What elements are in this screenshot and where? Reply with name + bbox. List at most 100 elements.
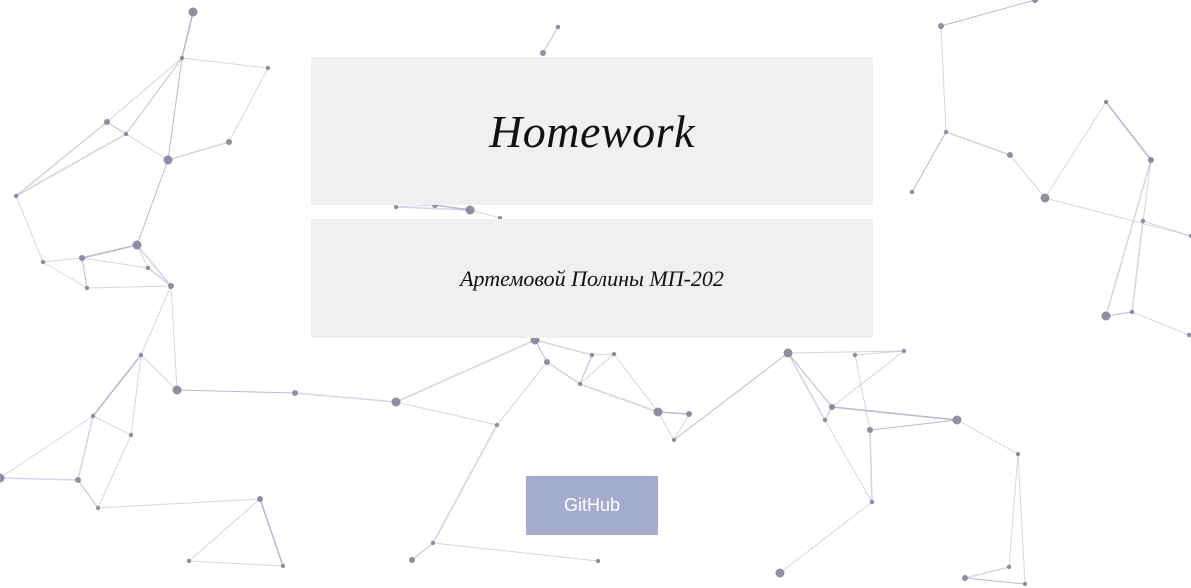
network-node (84, 285, 90, 291)
network-node (265, 65, 271, 71)
network-line (964, 577, 1026, 585)
network-node (90, 413, 96, 419)
network-line (940, 25, 947, 133)
network-line (787, 352, 833, 408)
network-node (95, 505, 101, 511)
network-node (123, 131, 129, 137)
network-node (226, 139, 232, 145)
network-line (869, 419, 958, 431)
network-node (1032, 0, 1038, 3)
network-node (901, 348, 907, 354)
network-line (167, 141, 230, 161)
network-line (106, 121, 127, 135)
network-node (393, 204, 399, 210)
github-button[interactable]: GitHub (526, 476, 658, 535)
network-node (79, 255, 85, 261)
network-line (1008, 453, 1019, 568)
network-line (106, 57, 183, 123)
network-node (145, 265, 151, 271)
network-node (962, 575, 968, 581)
network-line (395, 339, 536, 403)
network-node (292, 390, 298, 396)
network-node (829, 404, 835, 410)
network-node (179, 55, 185, 61)
network-node (540, 50, 546, 56)
network-line (411, 542, 434, 561)
network-line (1044, 197, 1191, 237)
network-node (257, 496, 263, 502)
network-node (13, 193, 19, 199)
network-line (77, 415, 94, 481)
network-line (228, 67, 269, 143)
network-line (534, 339, 593, 356)
network-node (852, 352, 858, 358)
page-title: Homework (489, 105, 695, 157)
network-line (911, 131, 947, 193)
network-line (81, 257, 88, 289)
network-node (172, 385, 182, 395)
network-line (92, 354, 142, 417)
network-node (1101, 311, 1111, 321)
network-line (77, 479, 99, 509)
network-line (259, 498, 284, 567)
network-line (779, 501, 873, 574)
network-node (783, 348, 793, 358)
network-node (653, 407, 663, 417)
network-line (15, 121, 108, 197)
network-line (469, 209, 501, 219)
network-line (496, 361, 548, 426)
network-node (132, 240, 142, 250)
network-node (188, 7, 198, 17)
network-line (657, 411, 690, 415)
network-node (952, 415, 962, 425)
network-line (787, 352, 826, 421)
network-line (181, 11, 194, 59)
network-line (140, 285, 172, 356)
network-line (1017, 453, 1026, 585)
network-node (186, 558, 192, 564)
network-node (867, 427, 873, 433)
author-subtitle: Артемовой Полины МП-202 (460, 265, 724, 291)
network-line (673, 352, 789, 441)
network-line (579, 354, 593, 385)
network-node (555, 24, 561, 30)
network-node (686, 411, 692, 417)
network-line (125, 133, 169, 161)
network-line (170, 285, 178, 391)
network-line (42, 257, 83, 263)
network-node (1140, 218, 1146, 224)
network-line (15, 195, 44, 263)
network-line (831, 350, 905, 408)
network-line (824, 419, 873, 503)
title-card: Homework (311, 57, 873, 205)
network-line (432, 424, 498, 544)
network-line (579, 383, 659, 413)
network-node (822, 417, 828, 423)
network-line (97, 434, 132, 509)
network-node (1148, 157, 1154, 163)
network-line (1142, 159, 1152, 222)
network-node (909, 189, 915, 195)
network-line (92, 415, 132, 436)
network-node (391, 397, 401, 407)
network-node (163, 155, 173, 165)
network-node (280, 563, 286, 569)
network-line (1131, 220, 1144, 313)
network-line (542, 26, 559, 54)
network-node (938, 23, 944, 29)
network-node (128, 432, 134, 438)
network-line (136, 244, 172, 287)
network-line (181, 57, 269, 69)
network-node (138, 352, 144, 358)
network-node (430, 540, 436, 546)
network-node (1022, 581, 1028, 587)
network-line (395, 204, 436, 208)
network-line (956, 419, 1019, 455)
network-node (409, 557, 415, 563)
network-line (579, 353, 615, 385)
network-line (854, 354, 871, 431)
network-node (1007, 152, 1013, 158)
network-line (831, 406, 958, 421)
network-line (0, 477, 79, 481)
network-line (1044, 101, 1107, 199)
